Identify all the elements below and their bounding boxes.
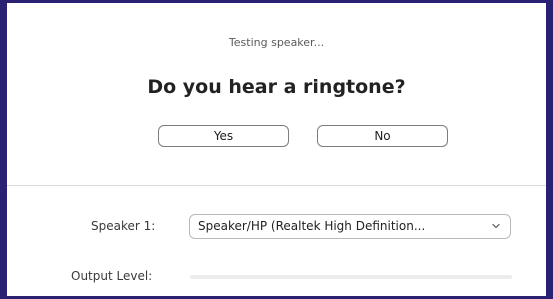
- yes-button[interactable]: Yes: [158, 125, 289, 147]
- no-button[interactable]: No: [317, 125, 448, 147]
- chevron-down-icon: [492, 223, 500, 229]
- speaker-selected-value: Speaker/HP (Realtek High Definition...: [198, 219, 426, 233]
- ringtone-question: Do you hear a ringtone?: [147, 76, 406, 98]
- output-level-meter: [190, 275, 512, 279]
- section-divider: [7, 185, 546, 186]
- speaker-test-dialog: Testing speaker... Do you hear a rington…: [0, 0, 553, 299]
- testing-status-text: Testing speaker...: [228, 36, 325, 49]
- output-level-label: Output Level:: [71, 269, 153, 283]
- speaker-label: Speaker 1:: [91, 219, 156, 233]
- speaker-dropdown[interactable]: Speaker/HP (Realtek High Definition...: [189, 214, 511, 239]
